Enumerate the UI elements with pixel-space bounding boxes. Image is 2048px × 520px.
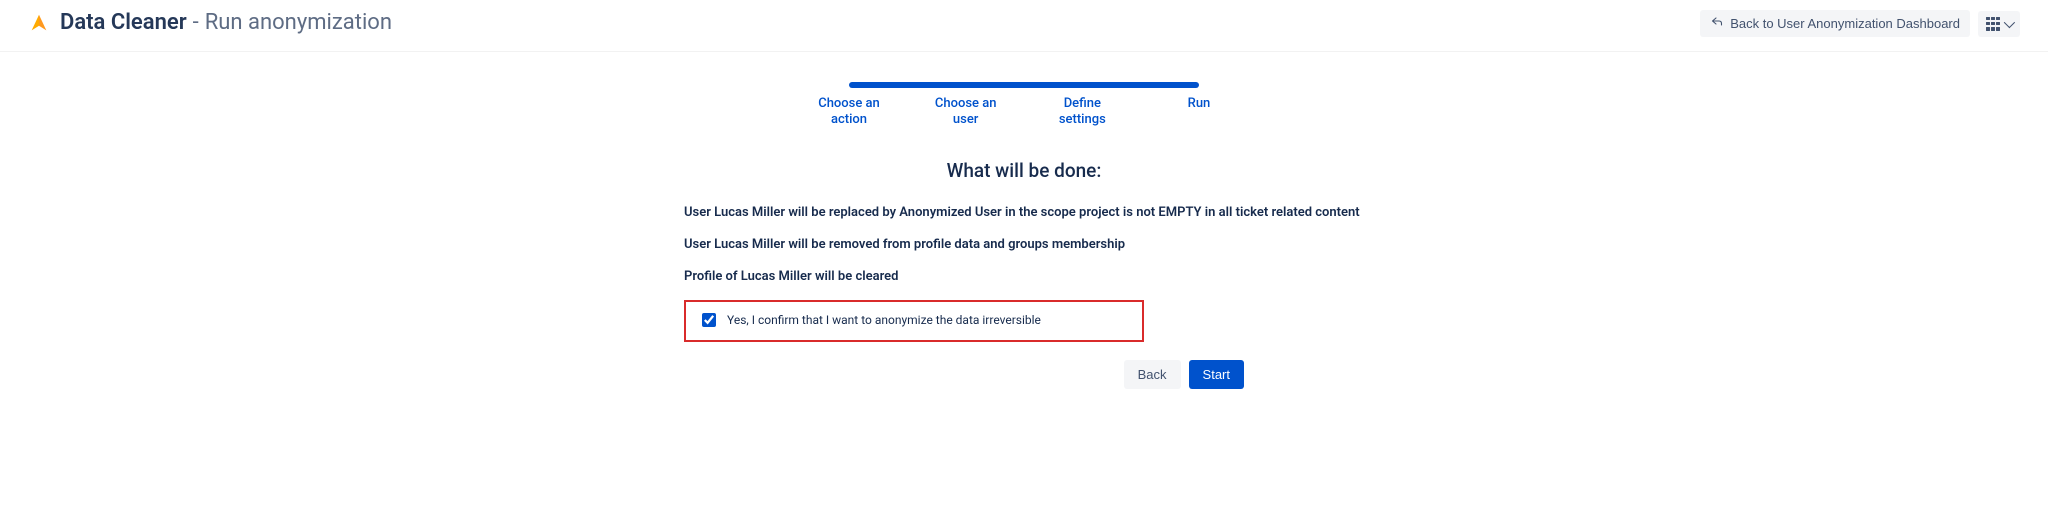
apps-grid-icon: [1986, 17, 2000, 31]
start-button[interactable]: Start: [1189, 360, 1244, 389]
confirm-highlight-box: Yes, I confirm that I want to anonymize …: [684, 300, 1144, 342]
summary-item: User Lucas Miller will be replaced by An…: [684, 204, 1364, 222]
wizard-step-choose-action[interactable]: Choose an action: [809, 96, 889, 129]
app-logo-icon: [28, 12, 50, 34]
summary-item: User Lucas Miller will be removed from p…: [684, 236, 1364, 254]
wizard-progress-bar: [849, 82, 1199, 88]
apps-menu-button[interactable]: [1978, 11, 2020, 37]
wizard-step-run[interactable]: Run: [1159, 96, 1239, 129]
page-subtitle: Run anonymization: [205, 10, 392, 36]
summary-action-list: User Lucas Miller will be replaced by An…: [684, 204, 1364, 287]
summary-item: Profile of Lucas Miller will be cleared: [684, 268, 1364, 286]
page-header: Data Cleaner - Run anonymization Back to…: [0, 0, 2048, 52]
wizard-step-choose-user[interactable]: Choose an user: [926, 96, 1006, 129]
main-content: Choose an action Choose an user Define s…: [0, 52, 2048, 389]
app-name: Data Cleaner: [60, 10, 187, 36]
wizard-progress: Choose an action Choose an user Define s…: [809, 82, 1239, 129]
back-button[interactable]: Back: [1124, 360, 1181, 389]
confirm-label: Yes, I confirm that I want to anonymize …: [727, 313, 1041, 327]
wizard-steps: Choose an action Choose an user Define s…: [809, 96, 1239, 129]
wizard-step-define-settings[interactable]: Define settings: [1042, 96, 1122, 129]
wizard-nav-buttons: Back Start: [684, 360, 1244, 389]
confirm-checkbox[interactable]: [702, 313, 716, 327]
title-separator: -: [193, 10, 199, 36]
page-title: Data Cleaner - Run anonymization: [60, 10, 392, 36]
reply-arrow-icon: [1710, 16, 1724, 31]
summary-section: What will be done: User Lucas Miller wil…: [684, 159, 1364, 390]
back-to-dashboard-button[interactable]: Back to User Anonymization Dashboard: [1700, 10, 1970, 37]
chevron-down-icon: [2004, 16, 2015, 27]
header-left: Data Cleaner - Run anonymization: [28, 10, 392, 36]
header-right: Back to User Anonymization Dashboard: [1700, 10, 2020, 37]
back-to-dashboard-label: Back to User Anonymization Dashboard: [1730, 16, 1960, 31]
confirm-row[interactable]: Yes, I confirm that I want to anonymize …: [698, 310, 1130, 330]
summary-title: What will be done:: [684, 159, 1364, 182]
